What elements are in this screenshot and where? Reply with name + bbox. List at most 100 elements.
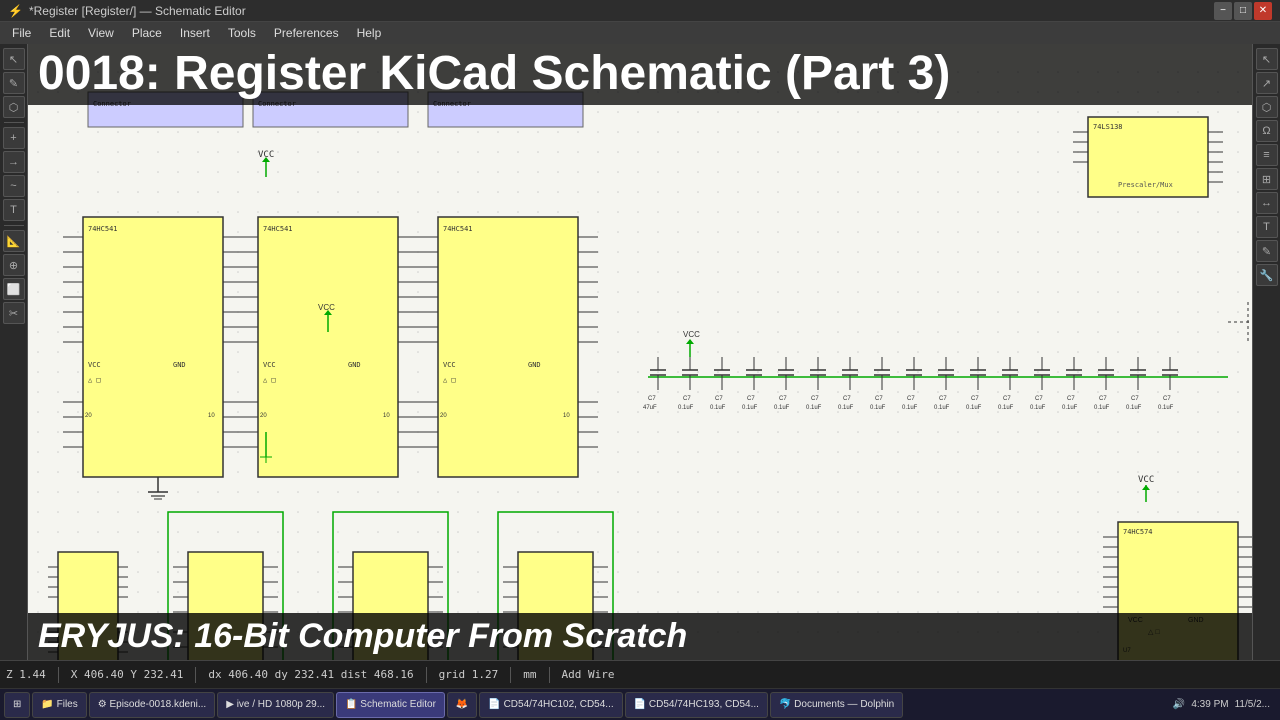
right-tool-btn-1[interactable]: ↗ [1256, 72, 1278, 94]
tool-btn-2[interactable]: ⬡ [3, 96, 25, 118]
svg-text:VCC: VCC [683, 330, 700, 339]
svg-text:C7: C7 [747, 396, 755, 402]
tool-btn-6[interactable]: T [3, 199, 25, 221]
svg-text:C7: C7 [1003, 396, 1011, 402]
tray-volume[interactable]: 🔊 [1173, 699, 1185, 710]
tool-btn-7[interactable]: 📐 [3, 230, 25, 252]
svg-text:C7: C7 [907, 396, 915, 402]
menu-insert[interactable]: Insert [172, 24, 218, 42]
right-tool-btn-8[interactable]: ✎ [1256, 240, 1278, 262]
app-icon: ⚡ [8, 4, 23, 18]
title-bar-controls[interactable]: − □ ✕ [1214, 2, 1272, 20]
right-tool-btn-6[interactable]: ↔ [1256, 192, 1278, 214]
taskbar-dolphin[interactable]: 🐬 Documents — Dolphin [770, 692, 903, 718]
svg-text:GND: GND [348, 361, 361, 369]
title-bar-left: ⚡ *Register [Register/] — Schematic Edit… [8, 4, 246, 18]
svg-text:0.1uF: 0.1uF [1030, 405, 1046, 411]
video-subtitle-overlay: ERYJUS: 16-Bit Computer From Scratch [28, 613, 1252, 660]
svg-text:0.1uF: 0.1uF [806, 405, 822, 411]
taskbar-start[interactable]: ⊞ [4, 692, 30, 718]
tool-btn-0[interactable]: ↖ [3, 48, 25, 70]
mode-status: Add Wire [562, 668, 615, 681]
video-title-text: 0018: Register KiCad Schematic (Part 3) [38, 47, 950, 100]
tool-btn-4[interactable]: → [3, 151, 25, 173]
svg-text:0.1uF: 0.1uF [838, 405, 854, 411]
svg-text:C7: C7 [683, 396, 691, 402]
svg-text:C7: C7 [1163, 396, 1171, 402]
close-button[interactable]: ✕ [1254, 2, 1272, 20]
right-tool-btn-2[interactable]: ⬡ [1256, 96, 1278, 118]
svg-text:GND: GND [528, 361, 541, 369]
zoom-status: Z 1.44 [6, 668, 46, 681]
svg-text:C7: C7 [843, 396, 851, 402]
svg-text:20: 20 [260, 413, 267, 419]
right-toolbar: ↖↗⬡Ω≡⊞↔T✎🔧 [1252, 44, 1280, 660]
menu-place[interactable]: Place [124, 24, 170, 42]
svg-text:0.1uF: 0.1uF [1062, 405, 1078, 411]
svg-text:0.1uF: 0.1uF [710, 405, 726, 411]
tool-btn-8[interactable]: ⊕ [3, 254, 25, 276]
video-title-overlay: 0018: Register KiCad Schematic (Part 3) [28, 44, 1252, 105]
menu-file[interactable]: File [4, 24, 39, 42]
svg-text:C7: C7 [779, 396, 787, 402]
maximize-button[interactable]: □ [1234, 2, 1252, 20]
svg-text:0.1uF: 0.1uF [934, 405, 950, 411]
menu-edit[interactable]: Edit [41, 24, 78, 42]
coords-status: X 406.40 Y 232.41 [71, 668, 184, 681]
svg-text:GND: GND [173, 361, 186, 369]
svg-text:C7: C7 [1067, 396, 1075, 402]
svg-text:47uF: 47uF [643, 405, 657, 411]
tool-btn-9[interactable]: ⬜ [3, 278, 25, 300]
svg-text:C7: C7 [875, 396, 883, 402]
right-tool-btn-9[interactable]: 🔧 [1256, 264, 1278, 286]
menu-bar: FileEditViewPlaceInsertToolsPreferencesH… [0, 22, 1280, 44]
menu-view[interactable]: View [80, 24, 122, 42]
video-subtitle-text: ERYJUS: 16-Bit Computer From Scratch [38, 617, 687, 655]
taskbar-episode[interactable]: ⚙ Episode-0018.kdeni... [89, 692, 215, 718]
svg-text:C7: C7 [1099, 396, 1107, 402]
svg-text:C7: C7 [648, 396, 656, 402]
svg-text:74HC574: 74HC574 [1123, 528, 1153, 536]
main-area: ↖✎⬡+→~T📐⊕⬜✂ 0018: Register KiCad Schemat… [0, 44, 1280, 660]
right-tool-btn-7[interactable]: T [1256, 216, 1278, 238]
svg-text:74HC541: 74HC541 [443, 225, 473, 233]
svg-text:74HC541: 74HC541 [263, 225, 293, 233]
schematic-canvas[interactable]: 0018: Register KiCad Schematic (Part 3) … [28, 44, 1252, 660]
svg-text:VCC: VCC [263, 361, 276, 369]
status-sep-2 [195, 667, 196, 683]
svg-text:△ □: △ □ [443, 376, 456, 384]
right-tool-btn-4[interactable]: ≡ [1256, 144, 1278, 166]
svg-text:C7: C7 [1131, 396, 1139, 402]
tool-btn-3[interactable]: + [3, 127, 25, 149]
tool-btn-1[interactable]: ✎ [3, 72, 25, 94]
title-bar: ⚡ *Register [Register/] — Schematic Edit… [0, 0, 1280, 22]
taskbar-schematic[interactable]: 📋 Schematic Editor [336, 692, 445, 718]
right-tool-btn-5[interactable]: ⊞ [1256, 168, 1278, 190]
taskbar-firefox[interactable]: 🦊 [447, 692, 477, 718]
svg-text:0.1uF: 0.1uF [966, 405, 982, 411]
status-sep-5 [549, 667, 550, 683]
menu-help[interactable]: Help [349, 24, 390, 42]
taskbar-files[interactable]: 📁 Files [32, 692, 86, 718]
taskbar-cd54-1[interactable]: 📄 CD54/74HC102, CD54... [479, 692, 622, 718]
menu-preferences[interactable]: Preferences [266, 24, 347, 42]
right-tool-btn-0[interactable]: ↖ [1256, 48, 1278, 70]
right-tool-btn-3[interactable]: Ω [1256, 120, 1278, 142]
tool-btn-5[interactable]: ~ [3, 175, 25, 197]
taskbar-video[interactable]: ▶ ive / HD 1080p 29... [217, 692, 334, 718]
taskbar-cd54-2[interactable]: 📄 CD54/74HC193, CD54... [625, 692, 768, 718]
svg-text:74HC541: 74HC541 [88, 225, 118, 233]
tool-btn-10[interactable]: ✂ [3, 302, 25, 324]
svg-text:C7: C7 [715, 396, 723, 402]
status-sep-4 [510, 667, 511, 683]
menu-tools[interactable]: Tools [220, 24, 264, 42]
svg-text:0.1uF: 0.1uF [1126, 405, 1142, 411]
minimize-button[interactable]: − [1214, 2, 1232, 20]
svg-text:△ □: △ □ [263, 376, 276, 384]
system-tray: 🔊 4:39 PM 11/5/2... [1167, 699, 1276, 710]
status-sep-3 [426, 667, 427, 683]
svg-text:Prescaler/Mux: Prescaler/Mux [1118, 181, 1173, 189]
svg-text:20: 20 [440, 413, 447, 419]
grid-status: grid 1.27 [439, 668, 499, 681]
svg-text:VCC: VCC [1138, 475, 1154, 485]
